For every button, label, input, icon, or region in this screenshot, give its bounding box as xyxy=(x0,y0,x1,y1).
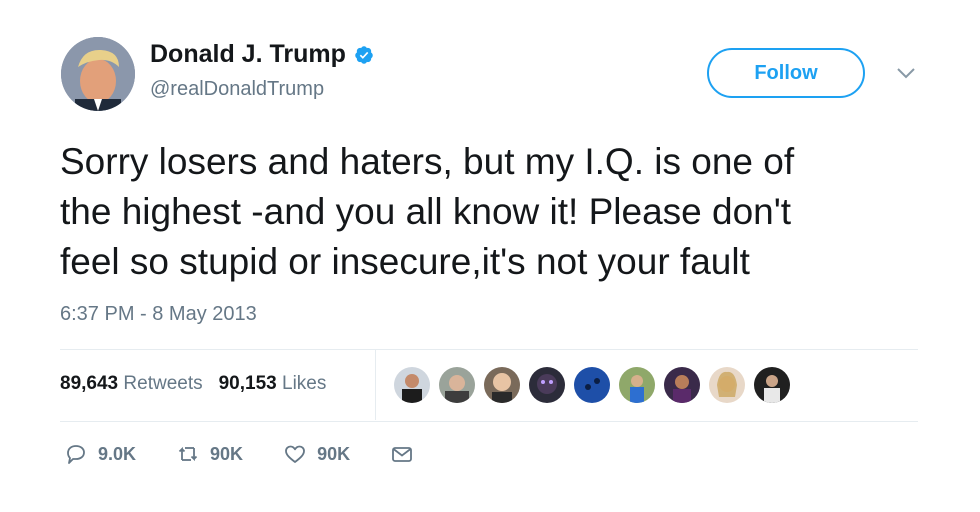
retweets-label: Retweets xyxy=(123,373,203,394)
likes-stat[interactable]: 90,153 Likes xyxy=(219,373,327,395)
caret-down-icon[interactable] xyxy=(895,64,917,82)
author-avatar[interactable] xyxy=(61,37,135,111)
message-icon xyxy=(392,447,412,462)
likes-label: Likes xyxy=(282,373,327,394)
liker-avatar[interactable] xyxy=(439,367,475,403)
retweet-count: 90K xyxy=(210,443,244,464)
follow-button[interactable]: Follow xyxy=(707,48,865,98)
reply-icon xyxy=(67,445,85,464)
tweet-line: the highest -and you all know it! Please… xyxy=(60,191,792,232)
tweet-text: Sorry losers and haters, but my I.Q. is … xyxy=(60,137,940,287)
reply-count: 9.0K xyxy=(98,443,137,464)
verified-badge-icon xyxy=(355,45,373,64)
heart-icon xyxy=(285,445,305,463)
author-name-text[interactable]: Donald J. Trump xyxy=(150,40,346,69)
author-name[interactable]: Donald J. Trump xyxy=(150,40,374,69)
like-button[interactable]: 90K xyxy=(283,442,350,466)
retweet-icon xyxy=(178,446,198,462)
liker-avatar[interactable] xyxy=(664,367,700,403)
liker-avatar[interactable] xyxy=(529,367,565,403)
tweet-line: feel so stupid or insecure,it's not your… xyxy=(60,241,750,282)
retweets-stat[interactable]: 89,643 Retweets xyxy=(60,373,203,395)
tweet-line: Sorry losers and haters, but my I.Q. is … xyxy=(60,141,795,182)
liker-avatar[interactable] xyxy=(394,367,430,403)
tweet-timestamp[interactable]: 6:37 PM - 8 May 2013 xyxy=(60,303,257,326)
follow-button-label: Follow xyxy=(754,61,818,84)
liker-avatar[interactable] xyxy=(484,367,520,403)
divider xyxy=(60,421,918,422)
liker-avatar[interactable] xyxy=(619,367,655,403)
liker-avatar[interactable] xyxy=(754,367,790,403)
liker-avatar[interactable] xyxy=(574,367,610,403)
reply-button[interactable]: 9.0K xyxy=(64,442,136,466)
like-count: 90K xyxy=(317,443,351,464)
tweet-actions: 9.0K 90K 90K xyxy=(64,442,454,466)
liker-avatar[interactable] xyxy=(709,367,745,403)
divider xyxy=(60,349,918,350)
tweet-stats: 89,643 Retweets 90,153 Likes xyxy=(60,373,342,395)
likes-count: 90,153 xyxy=(218,373,277,394)
stats-divider xyxy=(375,350,376,420)
retweets-count: 89,643 xyxy=(60,373,119,394)
likers-avatars xyxy=(394,367,799,403)
retweet-button[interactable]: 90K xyxy=(176,442,243,466)
author-handle[interactable]: @realDonaldTrump xyxy=(150,78,324,101)
direct-message-button[interactable] xyxy=(390,442,414,466)
